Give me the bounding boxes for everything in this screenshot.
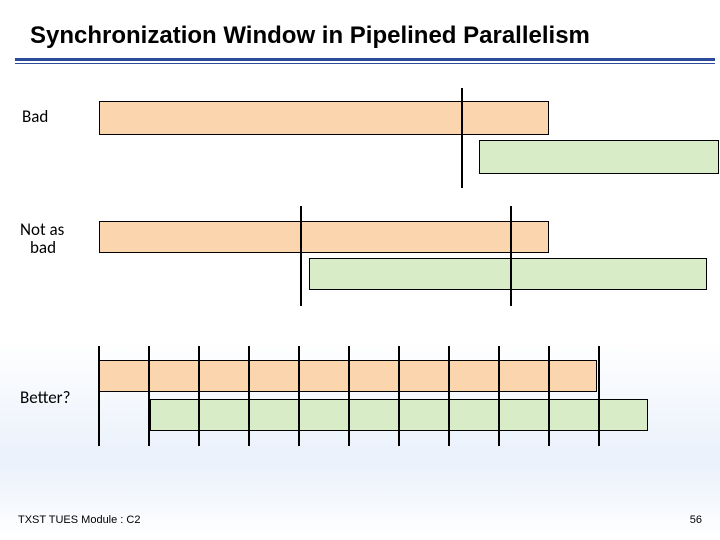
- title-rule: [15, 58, 715, 64]
- tick-better-9: [548, 346, 550, 446]
- tick-better-3: [248, 346, 250, 446]
- footer-page: 56: [690, 514, 702, 526]
- tick-better-1: [148, 346, 150, 446]
- tick-better-4: [298, 346, 300, 446]
- tick-notasbad-1: [300, 206, 302, 306]
- row-label-notasbad-l2: bad: [30, 239, 56, 258]
- tick-better-0: [98, 346, 100, 446]
- tick-better-5: [348, 346, 350, 446]
- bar-bad-green: [479, 140, 719, 174]
- tick-better-8: [498, 346, 500, 446]
- tick-notasbad-2: [510, 206, 512, 306]
- bar-notasbad-orange: [99, 221, 549, 253]
- tick-better-7: [448, 346, 450, 446]
- tick-bad-1: [461, 88, 463, 188]
- tick-better-10: [598, 346, 600, 446]
- row-label-better: Better?: [20, 389, 70, 408]
- tick-better-6: [398, 346, 400, 446]
- bar-notasbad-green: [309, 258, 707, 290]
- page-title: Synchronization Window in Pipelined Para…: [30, 22, 700, 50]
- row-label-bad: Bad: [22, 108, 48, 127]
- footer-module: TXST TUES Module : C2: [18, 514, 140, 526]
- bar-bad-orange: [99, 101, 549, 135]
- tick-better-2: [198, 346, 200, 446]
